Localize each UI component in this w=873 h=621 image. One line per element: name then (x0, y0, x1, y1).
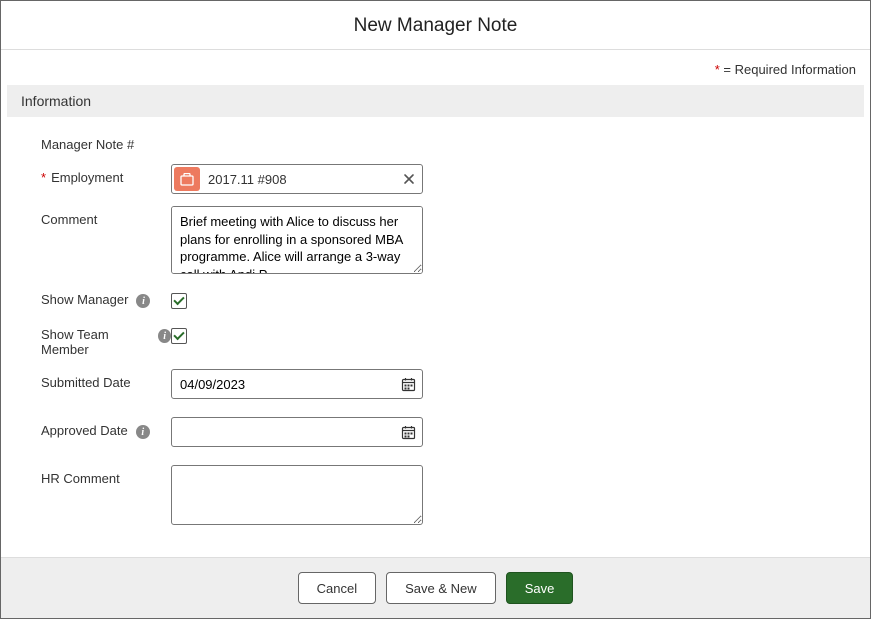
label-show-manager: Show Manager i (41, 292, 171, 308)
dialog-title: New Manager Note (1, 15, 870, 37)
label-manager-note-num: Manager Note # (41, 131, 171, 152)
save-button[interactable]: Save (506, 572, 574, 604)
row-show-team-member: Show Team Member i (41, 327, 850, 357)
label-comment: Comment (41, 206, 171, 227)
info-icon[interactable]: i (136, 294, 150, 308)
label-submitted-date: Submitted Date (41, 369, 171, 390)
comment-textarea[interactable] (171, 206, 423, 274)
form-area: Manager Note # *Employment 2017.11 #908 (1, 117, 870, 551)
employment-picker-icon (174, 167, 200, 191)
dialog-header: New Manager Note (1, 1, 870, 50)
row-submitted-date: Submitted Date (41, 369, 850, 399)
dialog-body: * = Required Information Information Man… (1, 50, 870, 557)
new-manager-note-dialog: New Manager Note * = Required Informatio… (0, 0, 871, 619)
row-approved-date: Approved Date i (41, 417, 850, 447)
close-icon (403, 173, 415, 185)
employment-picker[interactable]: 2017.11 #908 (171, 164, 423, 194)
submitted-date-input[interactable] (171, 369, 423, 399)
info-icon[interactable]: i (136, 425, 150, 439)
required-information-hint: * = Required Information (1, 50, 870, 85)
show-manager-checkbox[interactable] (171, 293, 187, 309)
label-show-team-member: Show Team Member i (41, 327, 171, 357)
cancel-button[interactable]: Cancel (298, 572, 376, 604)
row-show-manager: Show Manager i (41, 292, 850, 309)
required-text: = Required Information (720, 62, 856, 77)
calendar-icon[interactable] (394, 425, 422, 440)
employment-clear-button[interactable] (396, 165, 422, 193)
hr-comment-textarea[interactable] (171, 465, 423, 525)
save-and-new-button[interactable]: Save & New (386, 572, 496, 604)
dialog-footer: Cancel Save & New Save (1, 557, 870, 618)
label-employment: *Employment (41, 164, 171, 185)
show-team-member-checkbox[interactable] (171, 328, 187, 344)
row-manager-note-num: Manager Note # (41, 131, 850, 152)
submitted-date-field[interactable] (172, 377, 394, 392)
row-employment: *Employment 2017.11 #908 (41, 164, 850, 194)
row-comment: Comment (41, 206, 850, 274)
label-hr-comment: HR Comment (41, 465, 171, 486)
row-hr-comment: HR Comment (41, 465, 850, 525)
approved-date-input[interactable] (171, 417, 423, 447)
calendar-icon[interactable] (394, 377, 422, 392)
approved-date-field[interactable] (172, 425, 394, 440)
section-header-information: Information (7, 85, 864, 117)
label-approved-date: Approved Date i (41, 417, 171, 439)
employment-value: 2017.11 #908 (202, 172, 396, 187)
info-icon[interactable]: i (158, 329, 171, 343)
